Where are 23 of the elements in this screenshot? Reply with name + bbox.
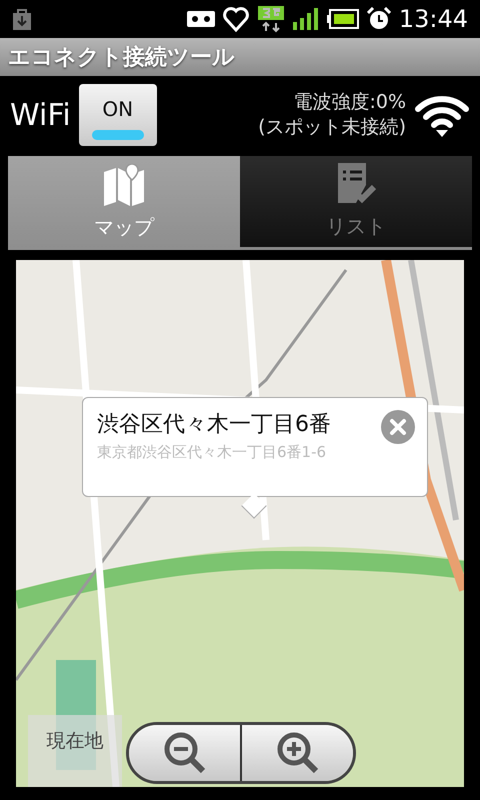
map-icon xyxy=(102,164,146,206)
clock-time: 13:44 xyxy=(398,4,468,35)
wifi-label: WiFi xyxy=(10,96,71,134)
download-icon xyxy=(12,8,32,30)
wifi-toggle[interactable]: ON xyxy=(78,84,157,146)
current-location-button[interactable]: 現在地 xyxy=(28,715,122,787)
tab[interactable]: リスト xyxy=(240,156,472,250)
heart-icon xyxy=(222,6,249,32)
close-button[interactable] xyxy=(381,410,415,444)
app-title: エコネクト接続ツール xyxy=(8,44,235,72)
battery-icon xyxy=(326,9,359,29)
popup-title: 渋谷区代々木一丁目6番 xyxy=(97,411,332,439)
signal-icon xyxy=(292,8,319,30)
connection-status-text: (スポット未接続) xyxy=(258,115,406,140)
voicemail-icon xyxy=(186,11,215,27)
alarm-clock-icon xyxy=(366,7,391,31)
checklist-icon xyxy=(336,162,376,204)
zoom-out-button[interactable] xyxy=(129,725,240,781)
signal-strength-text: 電波強度:0% xyxy=(292,90,406,115)
popup-address: 東京都渋谷区代々木一丁目6番1-6 xyxy=(97,442,328,463)
zoom-in-button[interactable] xyxy=(240,725,353,781)
wifi-icon xyxy=(414,93,470,137)
network-3g-icon xyxy=(256,5,285,33)
